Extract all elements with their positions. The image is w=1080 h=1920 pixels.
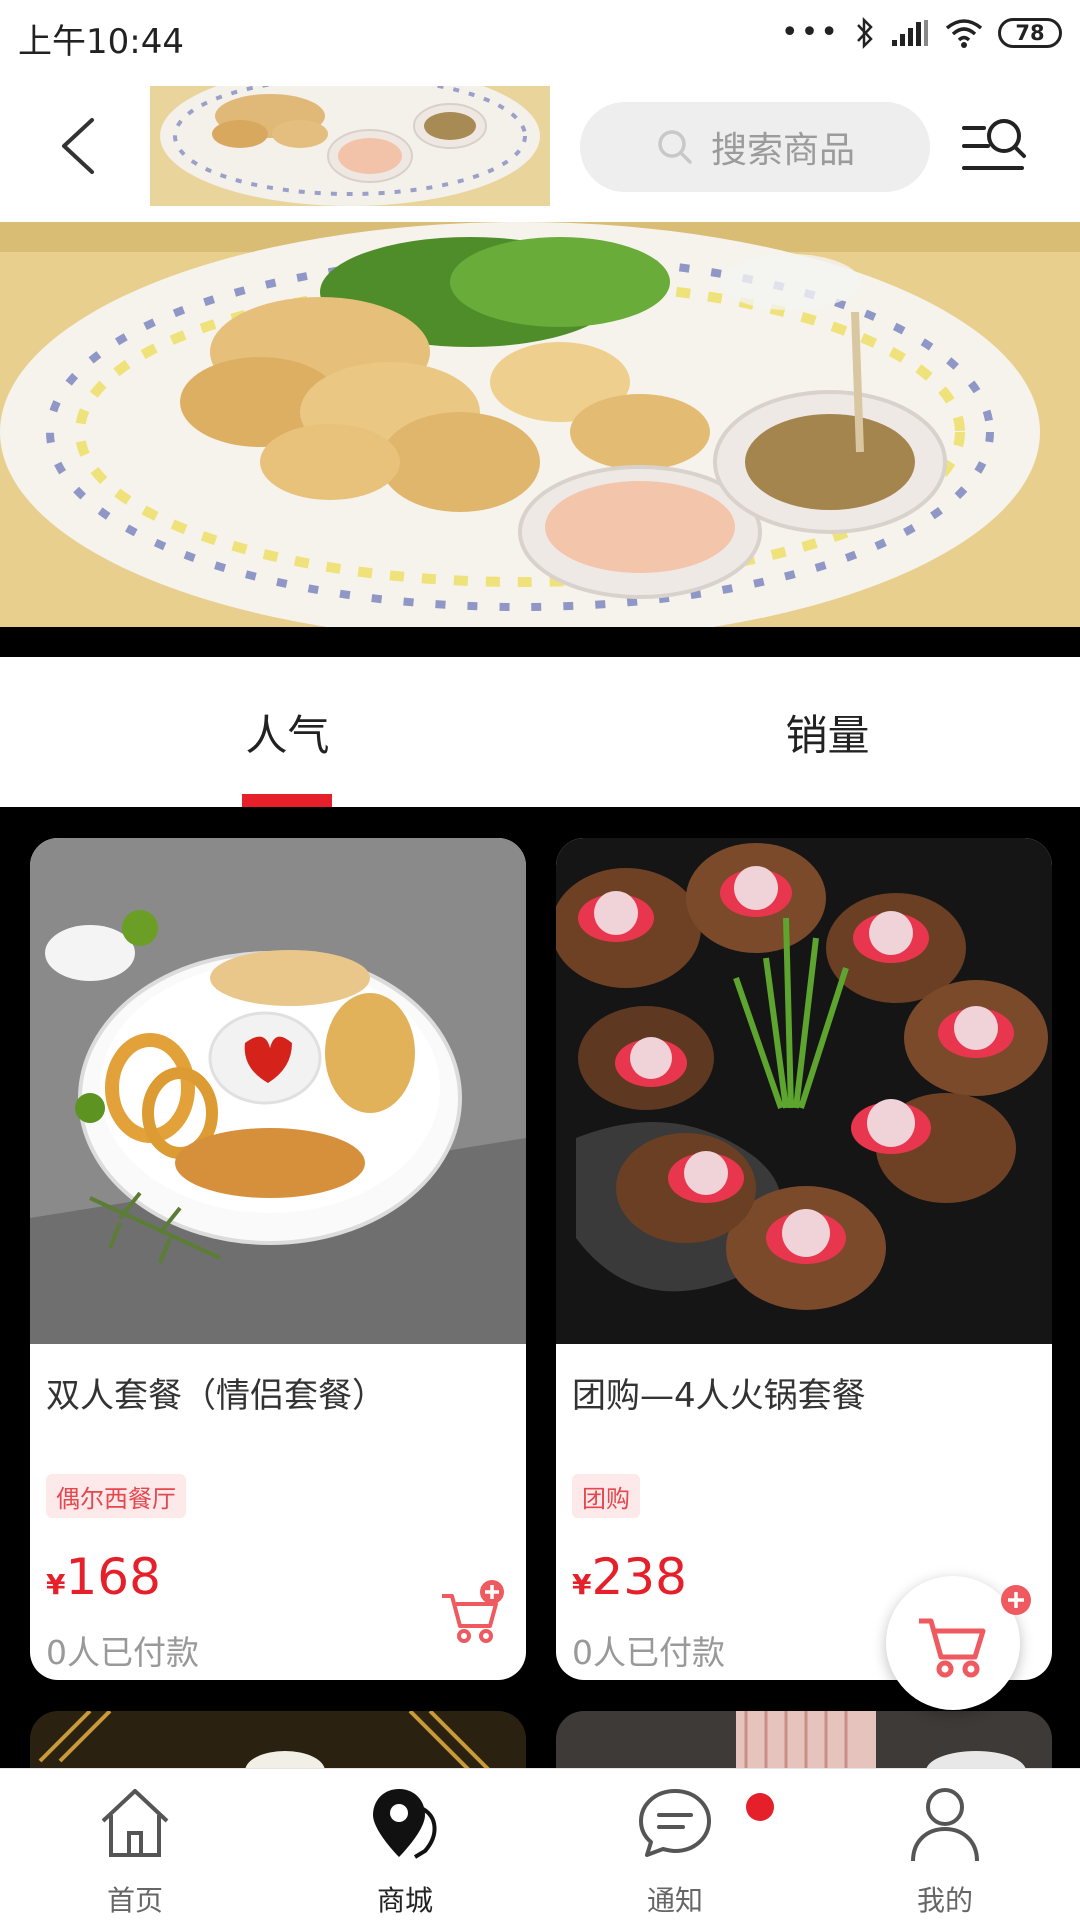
system-icons: ••• 78 [781, 16, 1062, 50]
product-image [30, 838, 526, 1344]
active-tab-indicator [242, 794, 332, 807]
hero-divider [0, 627, 1080, 657]
add-badge-icon[interactable] [1000, 1584, 1032, 1616]
sort-tabs: 人气 销量 [0, 657, 1080, 807]
bluetooth-icon [857, 16, 873, 50]
nav-home[interactable]: 首页 [0, 1769, 270, 1920]
map-pin-icon [373, 1789, 437, 1859]
wifi-icon [945, 19, 983, 48]
paid-count: 0人已付款 [572, 1633, 725, 1672]
battery-indicator: 78 [998, 18, 1062, 48]
shop-tag: 团购 [572, 1474, 640, 1518]
nav-mall[interactable]: 商城 [270, 1769, 540, 1920]
currency-symbol: ¥ [46, 1568, 66, 1601]
search-icon [658, 130, 692, 164]
cart-plus-icon [442, 1580, 504, 1643]
shopping-cart-icon [919, 1618, 986, 1678]
product-price: ¥ 168 [46, 1548, 161, 1606]
status-bar: 上午10:44 ••• 78 [0, 0, 1080, 76]
nav-label: 商城 [376, 1884, 433, 1917]
add-to-cart-button[interactable] [438, 1578, 508, 1648]
nav-profile[interactable]: 我的 [810, 1769, 1080, 1920]
nav-label: 首页 [106, 1884, 163, 1917]
product-title: 双人套餐（情侣套餐） [46, 1376, 386, 1416]
chat-bubble-icon [639, 1789, 711, 1857]
price-value: 238 [591, 1548, 687, 1606]
shop-thumbnail [150, 86, 550, 206]
nav-notifications[interactable]: 通知 [540, 1769, 810, 1920]
bottom-navigation: 首页 商城 通知 我的 [0, 1768, 1080, 1920]
tab-sales[interactable]: 销量 [540, 657, 1080, 807]
product-card[interactable]: 团购—4人火锅套餐 团购 ¥ 238 0人已付款 [556, 838, 1052, 1680]
signal-icon [892, 20, 928, 46]
more-dots-icon: ••• [780, 15, 840, 50]
currency-symbol: ¥ [572, 1568, 592, 1601]
list-search-icon [962, 119, 1026, 170]
paid-count: 0人已付款 [46, 1633, 199, 1672]
shop-tag: 偶尔西餐厅 [46, 1474, 186, 1518]
notification-badge [746, 1793, 774, 1821]
hero-banner-image[interactable] [0, 222, 1080, 627]
product-card[interactable]: 双人套餐（情侣套餐） 偶尔西餐厅 ¥ 168 0人已付款 [30, 838, 526, 1680]
search-box[interactable]: 搜索商品 [580, 102, 930, 192]
search-placeholder: 搜索商品 [710, 130, 855, 171]
category-search-button[interactable] [960, 114, 1028, 178]
status-time: 上午10:44 [18, 22, 184, 62]
top-bar: 搜索商品 [0, 76, 1080, 222]
home-icon [101, 1789, 169, 1857]
back-button[interactable] [40, 106, 120, 186]
chevron-left-icon [62, 118, 94, 174]
product-title: 团购—4人火锅套餐 [572, 1376, 866, 1416]
product-image [556, 838, 1052, 1344]
user-icon [911, 1788, 979, 1862]
nav-label: 我的 [916, 1884, 973, 1917]
tab-popularity[interactable]: 人气 [0, 657, 575, 807]
price-value: 168 [65, 1548, 161, 1606]
product-price: ¥ 238 [572, 1548, 687, 1606]
nav-label: 通知 [646, 1884, 703, 1917]
